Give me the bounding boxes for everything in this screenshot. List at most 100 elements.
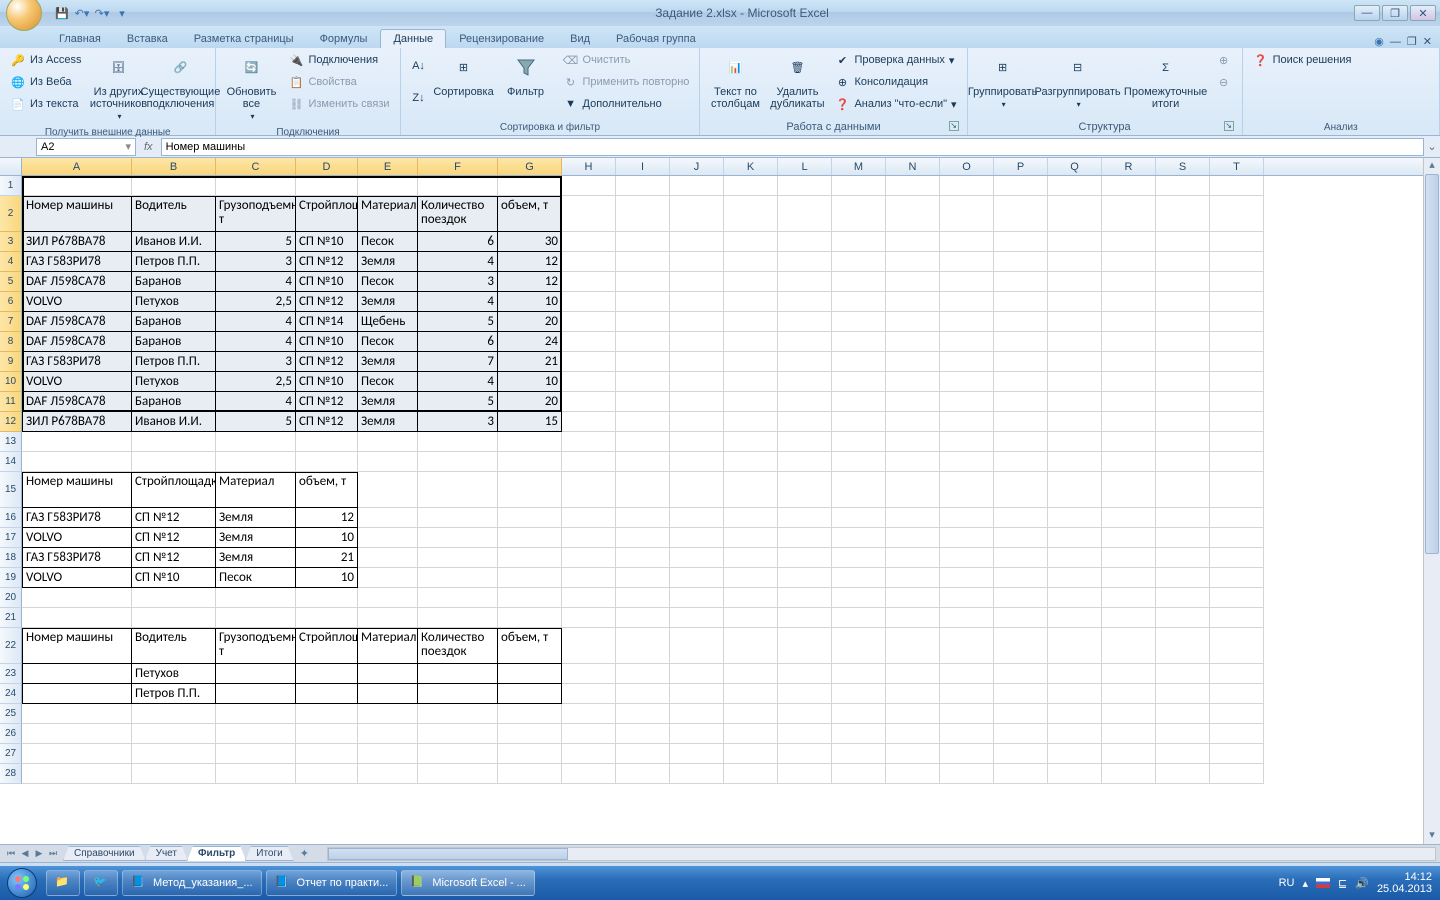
cell[interactable]: Номер машины <box>22 628 132 664</box>
cell[interactable]: Земля <box>216 528 296 548</box>
cell[interactable] <box>498 528 562 548</box>
cell[interactable]: объем, т <box>498 196 562 232</box>
col-header[interactable]: S <box>1156 158 1210 175</box>
cell[interactable]: СП №12 <box>296 412 358 432</box>
cell[interactable] <box>1156 664 1210 684</box>
cell[interactable] <box>1102 704 1156 724</box>
cell[interactable]: Песок <box>358 372 418 392</box>
cell[interactable] <box>724 292 778 312</box>
cell[interactable] <box>832 352 886 372</box>
group-button[interactable]: ⊞Группировать <box>974 50 1032 113</box>
cell[interactable] <box>778 332 832 352</box>
cell[interactable] <box>994 176 1048 196</box>
cell[interactable] <box>616 608 670 628</box>
cell[interactable] <box>296 744 358 764</box>
cell[interactable]: Земля <box>358 392 418 412</box>
cell[interactable] <box>724 372 778 392</box>
cell[interactable]: СП №12 <box>132 548 216 568</box>
cell[interactable] <box>216 744 296 764</box>
cell[interactable] <box>1156 312 1210 332</box>
cell[interactable] <box>994 588 1048 608</box>
cell[interactable] <box>1156 764 1210 784</box>
row-header[interactable]: 2 <box>0 196 22 232</box>
cell[interactable]: Иванов И.И. <box>132 232 216 252</box>
cell[interactable] <box>1102 568 1156 588</box>
row-header[interactable]: 6 <box>0 292 22 312</box>
cell[interactable]: Материал <box>216 472 296 508</box>
cell[interactable] <box>358 588 418 608</box>
cell[interactable] <box>994 452 1048 472</box>
tray-up-icon[interactable]: ▴ <box>1302 877 1308 890</box>
cell[interactable] <box>886 764 940 784</box>
cell[interactable] <box>498 724 562 744</box>
cell[interactable]: 30 <box>498 232 562 252</box>
sort-desc-button[interactable]: Z↓ <box>407 82 431 114</box>
cell[interactable] <box>22 684 132 704</box>
cell[interactable]: СП №10 <box>296 272 358 292</box>
row-header[interactable]: 3 <box>0 232 22 252</box>
cell[interactable]: Земля <box>216 548 296 568</box>
cell[interactable] <box>358 508 418 528</box>
row-header[interactable]: 11 <box>0 392 22 412</box>
cell[interactable] <box>216 432 296 452</box>
row-header[interactable]: 28 <box>0 764 22 784</box>
cell[interactable] <box>418 684 498 704</box>
cell[interactable] <box>358 548 418 568</box>
cell[interactable]: Количество поездок <box>418 628 498 664</box>
cell[interactable] <box>940 528 994 548</box>
cell[interactable]: ГАЗ Г583РИ78 <box>22 352 132 372</box>
cell[interactable] <box>832 292 886 312</box>
cell[interactable] <box>1210 664 1264 684</box>
cell[interactable] <box>886 452 940 472</box>
tab-formulas[interactable]: Формулы <box>307 29 381 48</box>
cell[interactable] <box>296 608 358 628</box>
row-header[interactable]: 1 <box>0 176 22 196</box>
cell[interactable] <box>562 684 616 704</box>
cell[interactable] <box>940 664 994 684</box>
cell[interactable] <box>1210 548 1264 568</box>
cell[interactable] <box>724 548 778 568</box>
cell[interactable]: 20 <box>498 312 562 332</box>
cell[interactable]: 3 <box>418 272 498 292</box>
cell[interactable] <box>562 704 616 724</box>
cell[interactable] <box>1210 176 1264 196</box>
remove-dup-button[interactable]: 🗑Удалить дубликаты <box>768 50 826 112</box>
row-header[interactable]: 21 <box>0 608 22 628</box>
cell[interactable] <box>940 472 994 508</box>
flag-icon[interactable] <box>1316 878 1330 888</box>
cell[interactable] <box>886 352 940 372</box>
cell[interactable] <box>132 764 216 784</box>
cell[interactable] <box>724 568 778 588</box>
cell[interactable]: ЗИЛ Р678ВА78 <box>22 412 132 432</box>
tab-home[interactable]: Главная <box>46 29 114 48</box>
cell[interactable] <box>1102 744 1156 764</box>
cell[interactable] <box>778 548 832 568</box>
cell[interactable]: 10 <box>296 568 358 588</box>
col-header[interactable]: D <box>296 158 358 175</box>
scroll-up-icon[interactable]: ▴ <box>1424 158 1440 174</box>
cell[interactable] <box>886 176 940 196</box>
cell[interactable] <box>940 392 994 412</box>
cell[interactable] <box>562 372 616 392</box>
cell[interactable] <box>216 704 296 724</box>
cell[interactable] <box>670 232 724 252</box>
cell[interactable] <box>832 588 886 608</box>
dialog-launcher[interactable]: ↘ <box>1224 121 1234 131</box>
cell[interactable]: 3 <box>216 352 296 372</box>
cell[interactable] <box>994 744 1048 764</box>
cell[interactable] <box>562 232 616 252</box>
cell[interactable] <box>1048 352 1102 372</box>
cell[interactable] <box>418 176 498 196</box>
cell[interactable] <box>670 664 724 684</box>
cell[interactable] <box>832 332 886 352</box>
dialog-launcher[interactable]: ↘ <box>949 121 959 131</box>
cell[interactable] <box>832 452 886 472</box>
cell[interactable] <box>940 372 994 392</box>
cell[interactable]: Песок <box>216 568 296 588</box>
cell[interactable] <box>1156 432 1210 452</box>
cell[interactable] <box>832 312 886 332</box>
cell[interactable] <box>1048 568 1102 588</box>
cell[interactable] <box>1102 608 1156 628</box>
col-header[interactable]: H <box>562 158 616 175</box>
cell[interactable] <box>616 684 670 704</box>
